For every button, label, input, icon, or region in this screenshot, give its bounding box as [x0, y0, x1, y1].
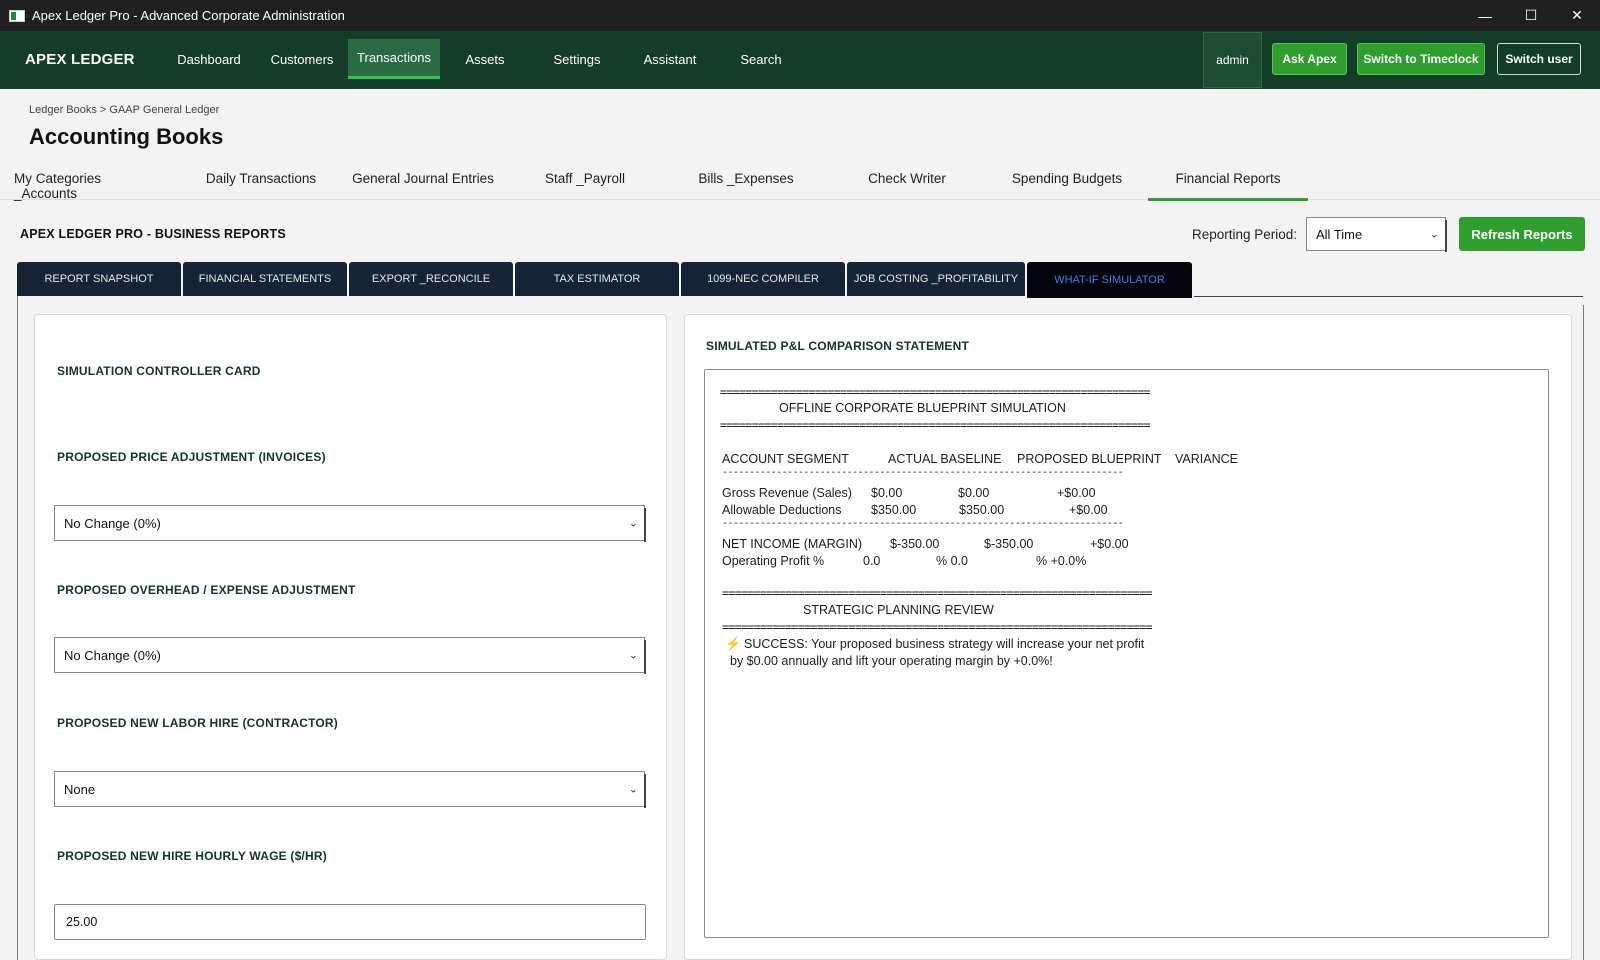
row-variance: +$0.00 [1090, 537, 1129, 551]
close-icon[interactable]: ✕ [1554, 0, 1600, 31]
chevron-down-icon: ⌄ [1429, 228, 1439, 241]
reporting-period-label: Reporting Period: [1192, 227, 1298, 242]
switch-timeclock-button[interactable]: Switch to Timeclock [1357, 43, 1485, 75]
maximize-icon[interactable]: ☐ [1508, 0, 1554, 31]
hourly-wage-label: PROPOSED NEW HIRE HOURLY WAGE ($/HR) [57, 849, 327, 863]
tab-bills-expenses[interactable]: Bills _Expenses [697, 168, 795, 201]
window-titlebar: Apex Ledger Pro - Advanced Corporate Adm… [0, 0, 1600, 31]
reporting-period-select[interactable]: All Time ⌄ [1306, 217, 1447, 252]
subtab-what-if-simulator[interactable]: WHAT-IF SIMULATOR [1027, 262, 1192, 298]
rule-dashes: ----------------------------------------… [722, 518, 1124, 529]
chevron-down-icon: ⌄ [628, 783, 638, 796]
success-message-cont: by $0.00 annually and lift your operatin… [730, 654, 1053, 668]
nav-dashboard[interactable]: Dashboard [172, 39, 246, 79]
row-actual: $0.00 [871, 486, 903, 500]
row-proposed: % 0.0 [936, 554, 968, 568]
row-variance: +$0.00 [1069, 503, 1108, 517]
tab-financial-reports[interactable]: Financial Reports [1148, 168, 1308, 201]
chevron-down-icon: ⌄ [628, 517, 638, 530]
row-proposed: $350.00 [959, 503, 1005, 517]
subtab-job-costing[interactable]: JOB COSTING _PROFITABILITY [847, 262, 1025, 296]
controller-title: SIMULATION CONTROLLER CARD [57, 364, 261, 378]
row-proposed: $0.00 [958, 486, 990, 500]
switch-user-button[interactable]: Switch user [1497, 43, 1581, 75]
statement-heading: OFFLINE CORPORATE BLUEPRINT SIMULATION [779, 401, 1066, 415]
refresh-reports-button[interactable]: Refresh Reports [1459, 217, 1585, 251]
window-title: Apex Ledger Pro - Advanced Corporate Adm… [32, 8, 345, 23]
ask-apex-button[interactable]: Ask Apex [1272, 43, 1347, 75]
tab-spending-budgets[interactable]: Spending Budgets [1007, 168, 1127, 201]
row-label: Operating Profit % [722, 554, 825, 568]
nav-settings[interactable]: Settings [542, 39, 612, 79]
nav-customers[interactable]: Customers [262, 39, 342, 79]
column-header: ACTUAL BASELINE [888, 452, 1002, 466]
column-header: VARIANCE [1175, 452, 1238, 466]
chevron-down-icon: ⌄ [628, 649, 638, 662]
row-actual: $350.00 [871, 503, 917, 517]
review-heading: STRATEGIC PLANNING REVIEW [803, 603, 994, 617]
rule-equals: ========================================… [722, 586, 1153, 600]
row-actual: $-350.00 [890, 537, 940, 551]
nav-search[interactable]: Search [734, 39, 788, 79]
tab-my-categories[interactable]: My Categories _Accounts [14, 168, 166, 201]
overhead-adjustment-label: PROPOSED OVERHEAD / EXPENSE ADJUSTMENT [57, 583, 356, 597]
hourly-wage-input[interactable]: 25.00 [54, 904, 646, 940]
reports-title: APEX LEDGER PRO - BUSINESS REPORTS [20, 227, 286, 241]
subtab-report-snapshot[interactable]: REPORT SNAPSHOT [17, 262, 181, 296]
row-label: NET INCOME (MARGIN) [722, 537, 863, 551]
success-message: SUCCESS: Your proposed business strategy… [744, 637, 1145, 651]
tab-check-writer[interactable]: Check Writer [862, 168, 952, 201]
tab-general-journal[interactable]: General Journal Entries [352, 168, 494, 201]
subtabs-divider [1194, 296, 1583, 297]
page-title: Accounting Books [29, 124, 224, 149]
price-adjustment-select[interactable]: No Change (0%) ⌄ [54, 505, 646, 542]
minimize-icon[interactable]: — [1462, 0, 1508, 31]
main-navbar: APEX LEDGER Dashboard Customers Transact… [0, 31, 1600, 89]
labor-hire-select[interactable]: None ⌄ [54, 771, 646, 808]
reporting-period-value: All Time [1316, 226, 1363, 242]
lightning-icon: ⚡ [725, 636, 742, 651]
row-variance: % +0.0% [1036, 554, 1087, 568]
user-badge[interactable]: admin [1203, 32, 1262, 88]
statement-title: SIMULATED P&L COMPARISON STATEMENT [706, 339, 970, 353]
content-frame-left [17, 296, 18, 960]
tab-staff-payroll[interactable]: Staff _Payroll [540, 168, 630, 201]
row-variance: +$0.00 [1057, 486, 1096, 500]
price-adjustment-value: No Change (0%) [64, 515, 161, 531]
row-proposed: $-350.00 [984, 537, 1034, 551]
labor-hire-value: None [64, 781, 96, 797]
statement-textbox[interactable]: ========================================… [704, 369, 1549, 938]
window-controls: — ☐ ✕ [1462, 0, 1600, 31]
breadcrumb: Ledger Books > GAAP General Ledger [29, 104, 220, 116]
tab-daily-transactions[interactable]: Daily Transactions [200, 168, 322, 201]
nav-assistant[interactable]: Assistant [634, 39, 706, 79]
column-header: PROPOSED BLUEPRINT [1017, 452, 1162, 466]
subtab-export-reconcile[interactable]: EXPORT _RECONCILE [349, 262, 513, 296]
row-actual: 0.0 [863, 554, 881, 568]
subtab-financial-statements[interactable]: FINANCIAL STATEMENTS [183, 262, 347, 296]
app-icon [9, 9, 25, 22]
rule-equals: ========================================… [720, 418, 1151, 432]
rule-equals: ========================================… [720, 385, 1151, 399]
subtab-tax-estimator[interactable]: TAX ESTIMATOR [515, 262, 679, 296]
labor-hire-label: PROPOSED NEW LABOR HIRE (CONTRACTOR) [57, 716, 338, 730]
row-label: Allowable Deductions [722, 503, 842, 517]
subtab-1099-compiler[interactable]: 1099-NEC COMPILER [681, 262, 845, 296]
row-label: Gross Revenue (Sales) [722, 486, 852, 500]
rule-equals: ========================================… [722, 620, 1153, 634]
brand-logo: APEX LEDGER [25, 51, 135, 68]
content-frame-right [1583, 305, 1584, 960]
nav-transactions[interactable]: Transactions [348, 39, 440, 79]
rule-dashes: ----------------------------------------… [722, 467, 1124, 478]
nav-assets[interactable]: Assets [458, 39, 512, 79]
overhead-adjustment-value: No Change (0%) [64, 647, 161, 663]
column-header: ACCOUNT SEGMENT [722, 452, 849, 466]
price-adjustment-label: PROPOSED PRICE ADJUSTMENT (INVOICES) [57, 450, 326, 464]
overhead-adjustment-select[interactable]: No Change (0%) ⌄ [54, 637, 646, 674]
